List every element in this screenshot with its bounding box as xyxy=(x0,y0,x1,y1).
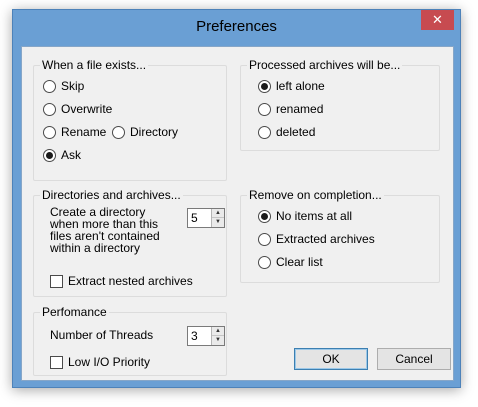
threads-spinner[interactable]: 3 ▲ ▼ xyxy=(187,326,225,346)
close-button[interactable]: ✕ xyxy=(421,10,454,30)
radio-indicator xyxy=(258,255,271,269)
radio-label: left alone xyxy=(276,79,325,93)
group-remove: Remove on completion... No items at all … xyxy=(240,188,440,283)
radio-label: Rename xyxy=(61,125,107,139)
checkbox-indicator xyxy=(50,355,63,369)
radio-indicator xyxy=(43,102,56,116)
radio-label: Overwrite xyxy=(61,102,113,116)
group-processed: Processed archives will be... left alone… xyxy=(240,58,440,151)
checkbox-extract-nested[interactable]: Extract nested archives xyxy=(50,274,193,288)
radio-indicator xyxy=(258,79,271,93)
group-performance: Perfomance Number of Threads 3 ▲ ▼ Low I… xyxy=(33,305,227,376)
radio-indicator xyxy=(43,79,56,93)
group-file-exists: When a file exists... Skip Overwrite Ren… xyxy=(33,58,227,181)
threads-label: Number of Threads xyxy=(50,328,154,342)
radio-no-items[interactable]: No items at all xyxy=(258,209,352,223)
radio-directory[interactable]: Directory xyxy=(112,125,178,139)
radio-clear-list[interactable]: Clear list xyxy=(258,255,323,269)
checkbox-label: Low I/O Priority xyxy=(68,355,151,369)
radio-deleted[interactable]: deleted xyxy=(258,125,315,139)
radio-indicator xyxy=(258,232,271,246)
ok-button[interactable]: OK xyxy=(294,348,368,370)
radio-label: renamed xyxy=(276,102,324,116)
radio-label: Skip xyxy=(61,79,85,93)
checkbox-label: Extract nested archives xyxy=(68,274,193,288)
group-title-remove: Remove on completion... xyxy=(247,188,384,202)
radio-rename[interactable]: Rename xyxy=(43,125,106,139)
spin-down-icon[interactable]: ▼ xyxy=(212,218,224,226)
group-title-performance: Perfomance xyxy=(40,305,109,319)
radio-label: No items at all xyxy=(276,209,353,223)
radio-label: Ask xyxy=(61,148,82,162)
checkbox-indicator xyxy=(50,274,63,288)
radio-label: Directory xyxy=(130,125,179,139)
radio-renamed[interactable]: renamed xyxy=(258,102,323,116)
radio-left-alone[interactable]: left alone xyxy=(258,79,325,93)
radio-label: Clear list xyxy=(276,255,323,269)
radio-indicator xyxy=(43,125,56,139)
dialog-body: When a file exists... Skip Overwrite Ren… xyxy=(21,46,454,381)
radio-indicator xyxy=(258,209,271,223)
radio-overwrite[interactable]: Overwrite xyxy=(43,102,112,116)
radio-indicator xyxy=(43,148,56,162)
checkbox-low-io[interactable]: Low I/O Priority xyxy=(50,355,150,369)
group-directories: Directories and archives... Create a dir… xyxy=(33,188,227,297)
window-title: Preferences xyxy=(196,18,277,35)
title-bar[interactable]: Preferences ✕ xyxy=(13,10,460,45)
spin-up-icon[interactable]: ▲ xyxy=(212,327,224,336)
group-title-file-exists: When a file exists... xyxy=(40,58,149,72)
spin-down-icon[interactable]: ▼ xyxy=(212,336,224,344)
radio-indicator xyxy=(258,125,271,139)
create-dir-label: Create a directory when more than this f… xyxy=(50,205,160,255)
group-title-directories: Directories and archives... xyxy=(40,188,183,202)
spinner-buttons: ▲ ▼ xyxy=(211,327,224,345)
radio-skip[interactable]: Skip xyxy=(43,79,84,93)
radio-extracted-archives[interactable]: Extracted archives xyxy=(258,232,375,246)
group-title-processed: Processed archives will be... xyxy=(247,58,403,72)
close-icon: ✕ xyxy=(432,12,443,27)
radio-indicator xyxy=(258,102,271,116)
spinner-value: 5 xyxy=(191,211,198,225)
radio-label: deleted xyxy=(276,125,316,139)
spinner-value: 3 xyxy=(191,329,198,343)
create-dir-spinner[interactable]: 5 ▲ ▼ xyxy=(187,208,225,228)
radio-ask[interactable]: Ask xyxy=(43,148,81,162)
radio-indicator xyxy=(112,125,125,139)
spin-up-icon[interactable]: ▲ xyxy=(212,209,224,218)
preferences-window: Preferences ✕ When a file exists... Skip… xyxy=(12,9,461,388)
radio-label: Extracted archives xyxy=(276,232,375,246)
cancel-button[interactable]: Cancel xyxy=(377,348,451,370)
spinner-buttons: ▲ ▼ xyxy=(211,209,224,227)
